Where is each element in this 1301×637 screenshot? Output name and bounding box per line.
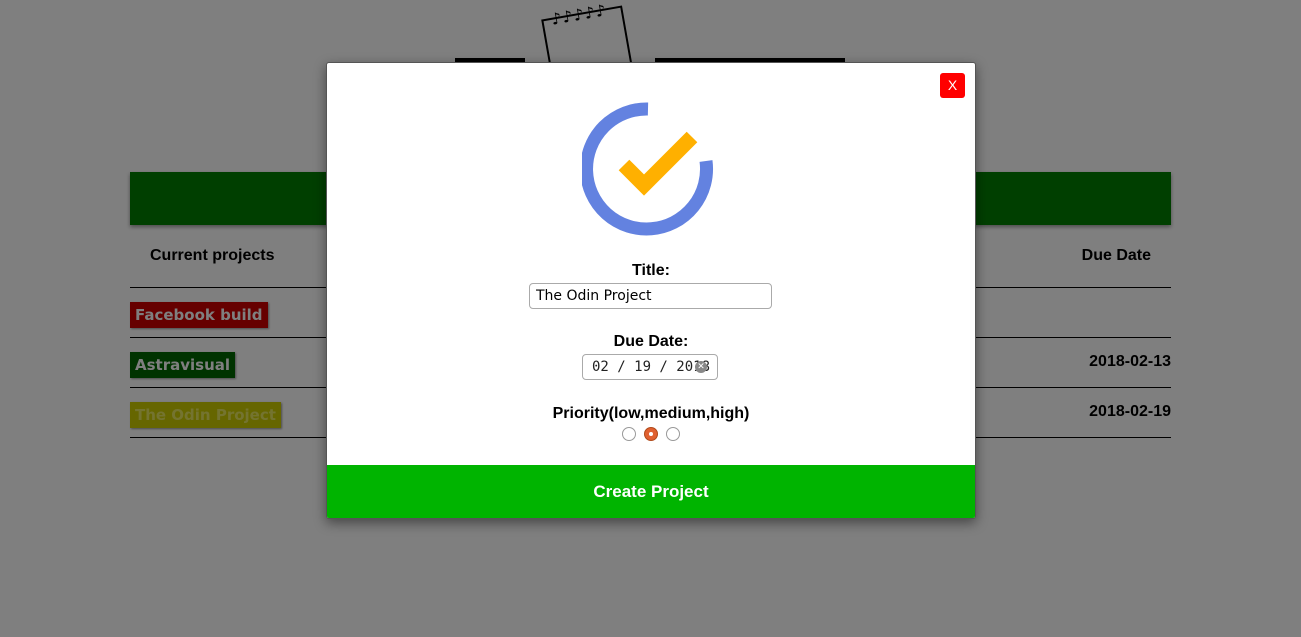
create-project-button[interactable]: Create Project — [327, 465, 975, 518]
close-button[interactable]: X — [940, 73, 965, 98]
new-project-modal: X Title: Due Date: 02 / 19 / 2018 ✕ Prio… — [326, 62, 976, 519]
priority-radio-medium[interactable] — [644, 427, 658, 441]
title-label: Title: — [632, 262, 670, 279]
priority-label: Priority(low,medium,high) — [552, 405, 750, 422]
due-date-value: 02 / 19 / 2018 — [592, 359, 711, 375]
clear-date-icon[interactable]: ✕ — [695, 361, 707, 373]
priority-radio-low[interactable] — [622, 427, 636, 441]
due-date-label: Due Date: — [613, 333, 689, 350]
due-date-input[interactable]: 02 / 19 / 2018 ✕ — [582, 354, 718, 380]
title-input[interactable] — [529, 283, 772, 309]
check-circle-icon — [582, 102, 714, 236]
priority-radio-high[interactable] — [666, 427, 680, 441]
